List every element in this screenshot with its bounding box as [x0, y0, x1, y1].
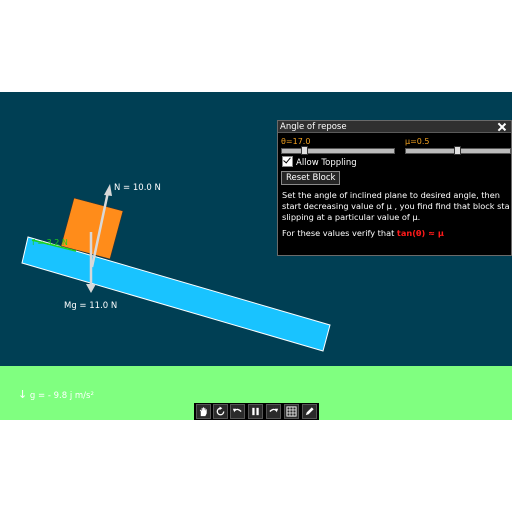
panel-title-bar[interactable]: Angle of repose: [278, 121, 511, 133]
verify-prefix: For these values verify that: [282, 228, 397, 238]
redo-button[interactable]: [266, 404, 281, 419]
pause-icon: [252, 407, 259, 416]
pen-button[interactable]: [302, 404, 317, 419]
mu-label: μ=0.5: [405, 137, 430, 146]
theta-label: θ=17.0: [281, 137, 311, 146]
down-arrow-icon: ↓: [18, 388, 28, 401]
theta-slider-thumb[interactable]: [300, 146, 308, 155]
control-panel: Angle of repose θ=17.0 μ=0.5 Allow Toppl…: [277, 120, 512, 256]
gravity-label: g = - 9.8 j m/s²: [29, 391, 94, 401]
weight-label: Mg = 11.0 N: [64, 301, 117, 311]
rotate-button[interactable]: [213, 404, 228, 419]
redo-icon: [269, 408, 279, 413]
gravity-indicator: ↓ g = - 9.8 j m/s²: [18, 388, 94, 401]
pause-button[interactable]: [248, 404, 263, 419]
allow-toppling-label: Allow Toppling: [296, 158, 357, 168]
checkbox-check-icon[interactable]: [282, 156, 293, 167]
allow-toppling-checkbox[interactable]: Allow Toppling: [282, 156, 357, 169]
grid-icon: [286, 406, 297, 417]
reset-block-button[interactable]: Reset Block: [281, 171, 341, 185]
toolbar: [194, 403, 319, 420]
verify-formula: tan(θ) ≈ μ: [396, 228, 444, 238]
normal-arrowhead: [104, 184, 112, 196]
hand-icon: [199, 407, 207, 417]
friction-label: f = 3.2 N: [32, 238, 68, 247]
theta-slider-track[interactable]: [281, 148, 395, 154]
instructions-text: Set the angle of inclined plane to desir…: [282, 190, 510, 250]
mu-slider-thumb[interactable]: [453, 146, 461, 155]
undo-icon: [232, 408, 242, 413]
normal-force-label: N = 10.0 N: [114, 183, 161, 193]
instruction-line: start decreasing value of μ , you find f…: [282, 201, 510, 211]
undo-button[interactable]: [230, 404, 245, 419]
grid-button[interactable]: [284, 404, 299, 419]
weight-arrowhead: [86, 284, 96, 293]
hand-tool-button[interactable]: [196, 404, 211, 419]
instruction-line: slipping at a particular value of μ.: [282, 212, 421, 222]
rotate-icon: [216, 406, 225, 416]
instruction-line: Set the angle of inclined plane to desir…: [282, 190, 500, 200]
panel-title: Angle of repose: [280, 122, 347, 132]
verify-line: For these values verify that tan(θ) ≈ μ: [282, 228, 510, 239]
pen-icon: [305, 407, 314, 416]
close-icon[interactable]: [497, 122, 507, 132]
